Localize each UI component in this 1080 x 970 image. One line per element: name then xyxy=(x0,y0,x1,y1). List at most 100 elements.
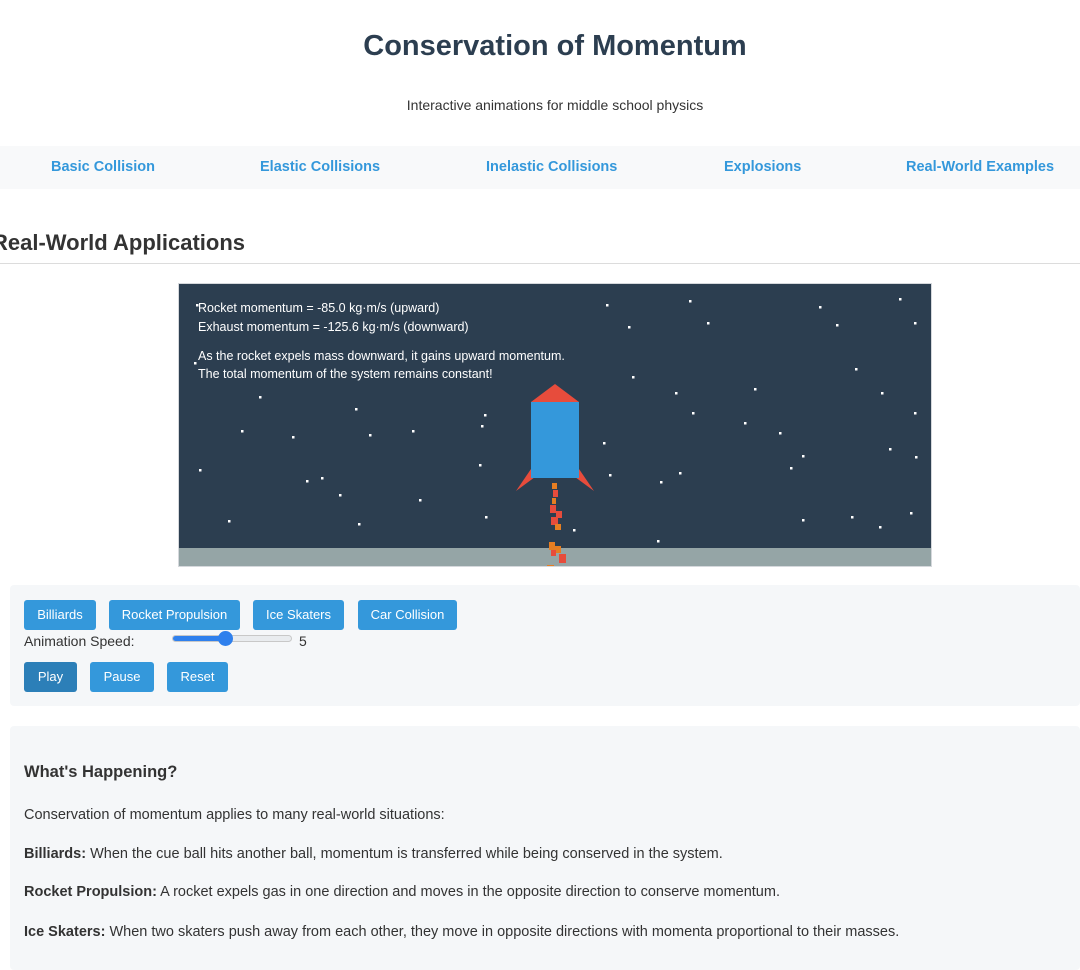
speed-value: 5 xyxy=(299,633,307,649)
star xyxy=(879,526,882,529)
main-nav: Basic Collision Elastic Collisions Inela… xyxy=(0,146,1080,189)
star xyxy=(657,540,660,543)
explanation-line-1: As the rocket expels mass downward, it g… xyxy=(198,349,565,363)
info-item-skaters: Ice Skaters: When two skaters push away … xyxy=(24,924,899,940)
flame-particle xyxy=(547,565,554,566)
star xyxy=(306,480,309,483)
star xyxy=(484,414,487,417)
flame-particle xyxy=(556,511,562,518)
info-item-billiards: Billiards: When the cue ball hits anothe… xyxy=(24,846,723,862)
star xyxy=(679,472,682,475)
nav-explosions[interactable]: Explosions xyxy=(724,159,801,175)
speed-slider-thumb[interactable] xyxy=(218,631,234,646)
star xyxy=(802,519,805,522)
info-panel: What's Happening? Conservation of moment… xyxy=(10,726,1080,970)
star xyxy=(292,436,295,439)
section-title: Real-World Applications xyxy=(0,230,246,256)
star xyxy=(259,396,262,399)
star xyxy=(819,306,822,309)
rocket-body xyxy=(531,402,579,478)
star xyxy=(358,523,361,526)
star xyxy=(321,477,324,480)
info-title: What's Happening? xyxy=(24,763,178,781)
flame-particle xyxy=(549,542,555,550)
star xyxy=(675,392,678,395)
star xyxy=(790,467,793,470)
star xyxy=(889,448,892,451)
section-divider xyxy=(0,263,1080,264)
animation-canvas: Rocket momentum = -85.0 kg·m/s (upward) … xyxy=(178,283,932,567)
info-item-rocket: Rocket Propulsion: A rocket expels gas i… xyxy=(24,884,780,900)
star xyxy=(609,474,612,477)
nav-inelastic-collisions[interactable]: Inelastic Collisions xyxy=(486,159,617,175)
info-text: When the cue ball hits another ball, mom… xyxy=(86,846,723,862)
star xyxy=(744,422,747,425)
star xyxy=(485,516,488,519)
star xyxy=(355,408,358,411)
speed-label: Animation Speed: xyxy=(24,633,135,649)
animation-scene: Rocket momentum = -85.0 kg·m/s (upward) … xyxy=(179,284,931,566)
flame-particle xyxy=(555,524,561,530)
star xyxy=(915,456,918,459)
star xyxy=(836,324,839,327)
star xyxy=(339,494,342,497)
star xyxy=(914,412,917,415)
info-intro: Conservation of momentum applies to many… xyxy=(24,807,445,823)
star xyxy=(881,392,884,395)
star xyxy=(573,529,576,532)
star xyxy=(228,520,231,523)
star xyxy=(603,442,606,445)
star xyxy=(606,304,609,307)
flame-particle xyxy=(552,483,557,489)
info-term: Ice Skaters: xyxy=(24,924,106,940)
info-term: Billiards: xyxy=(24,846,87,862)
rocket-momentum-text: Rocket momentum = -85.0 kg·m/s (upward) xyxy=(198,301,439,315)
star xyxy=(899,298,902,301)
star xyxy=(707,322,710,325)
star xyxy=(419,499,422,502)
star xyxy=(241,430,244,433)
explanation-line-2: The total momentum of the system remains… xyxy=(198,367,493,381)
star xyxy=(802,455,805,458)
star xyxy=(369,434,372,437)
car-collision-button[interactable]: Car Collision xyxy=(358,600,457,630)
rocket-propulsion-button[interactable]: Rocket Propulsion xyxy=(109,600,240,630)
star xyxy=(910,512,913,515)
star xyxy=(660,481,663,484)
flame-particle xyxy=(553,490,558,497)
star xyxy=(692,412,695,415)
page-title: Conservation of Momentum xyxy=(363,30,747,62)
flame-particle xyxy=(552,498,556,504)
reset-button[interactable]: Reset xyxy=(167,662,228,692)
flame-particle xyxy=(551,550,556,556)
info-text: When two skaters push away from each oth… xyxy=(105,924,900,940)
ice-skaters-button[interactable]: Ice Skaters xyxy=(253,600,344,630)
nav-basic-collision[interactable]: Basic Collision xyxy=(51,159,155,175)
exhaust-momentum-text: Exhaust momentum = -125.6 kg·m/s (downwa… xyxy=(198,320,469,334)
star xyxy=(632,376,635,379)
controls-panel: Billiards Rocket Propulsion Ice Skaters … xyxy=(10,585,1080,706)
play-button[interactable]: Play xyxy=(24,662,77,692)
star xyxy=(479,464,482,467)
info-term: Rocket Propulsion: xyxy=(24,884,157,900)
star xyxy=(779,432,782,435)
pause-button[interactable]: Pause xyxy=(90,662,154,692)
info-text: A rocket expels gas in one direction and… xyxy=(156,884,780,900)
nav-real-world-examples[interactable]: Real-World Examples xyxy=(906,159,1054,175)
speed-slider[interactable] xyxy=(172,631,292,646)
star xyxy=(194,362,197,365)
star xyxy=(481,425,484,428)
star xyxy=(689,300,692,303)
star xyxy=(851,516,854,519)
star xyxy=(199,469,202,472)
star xyxy=(754,388,757,391)
flame-particle xyxy=(550,505,556,513)
billiards-button[interactable]: Billiards xyxy=(24,600,96,630)
page-subtitle: Interactive animations for middle school… xyxy=(406,97,704,113)
star xyxy=(914,322,917,325)
star xyxy=(628,326,631,329)
flame-particle xyxy=(559,554,566,563)
nav-elastic-collisions[interactable]: Elastic Collisions xyxy=(260,159,380,175)
star xyxy=(855,368,858,371)
star xyxy=(412,430,415,433)
